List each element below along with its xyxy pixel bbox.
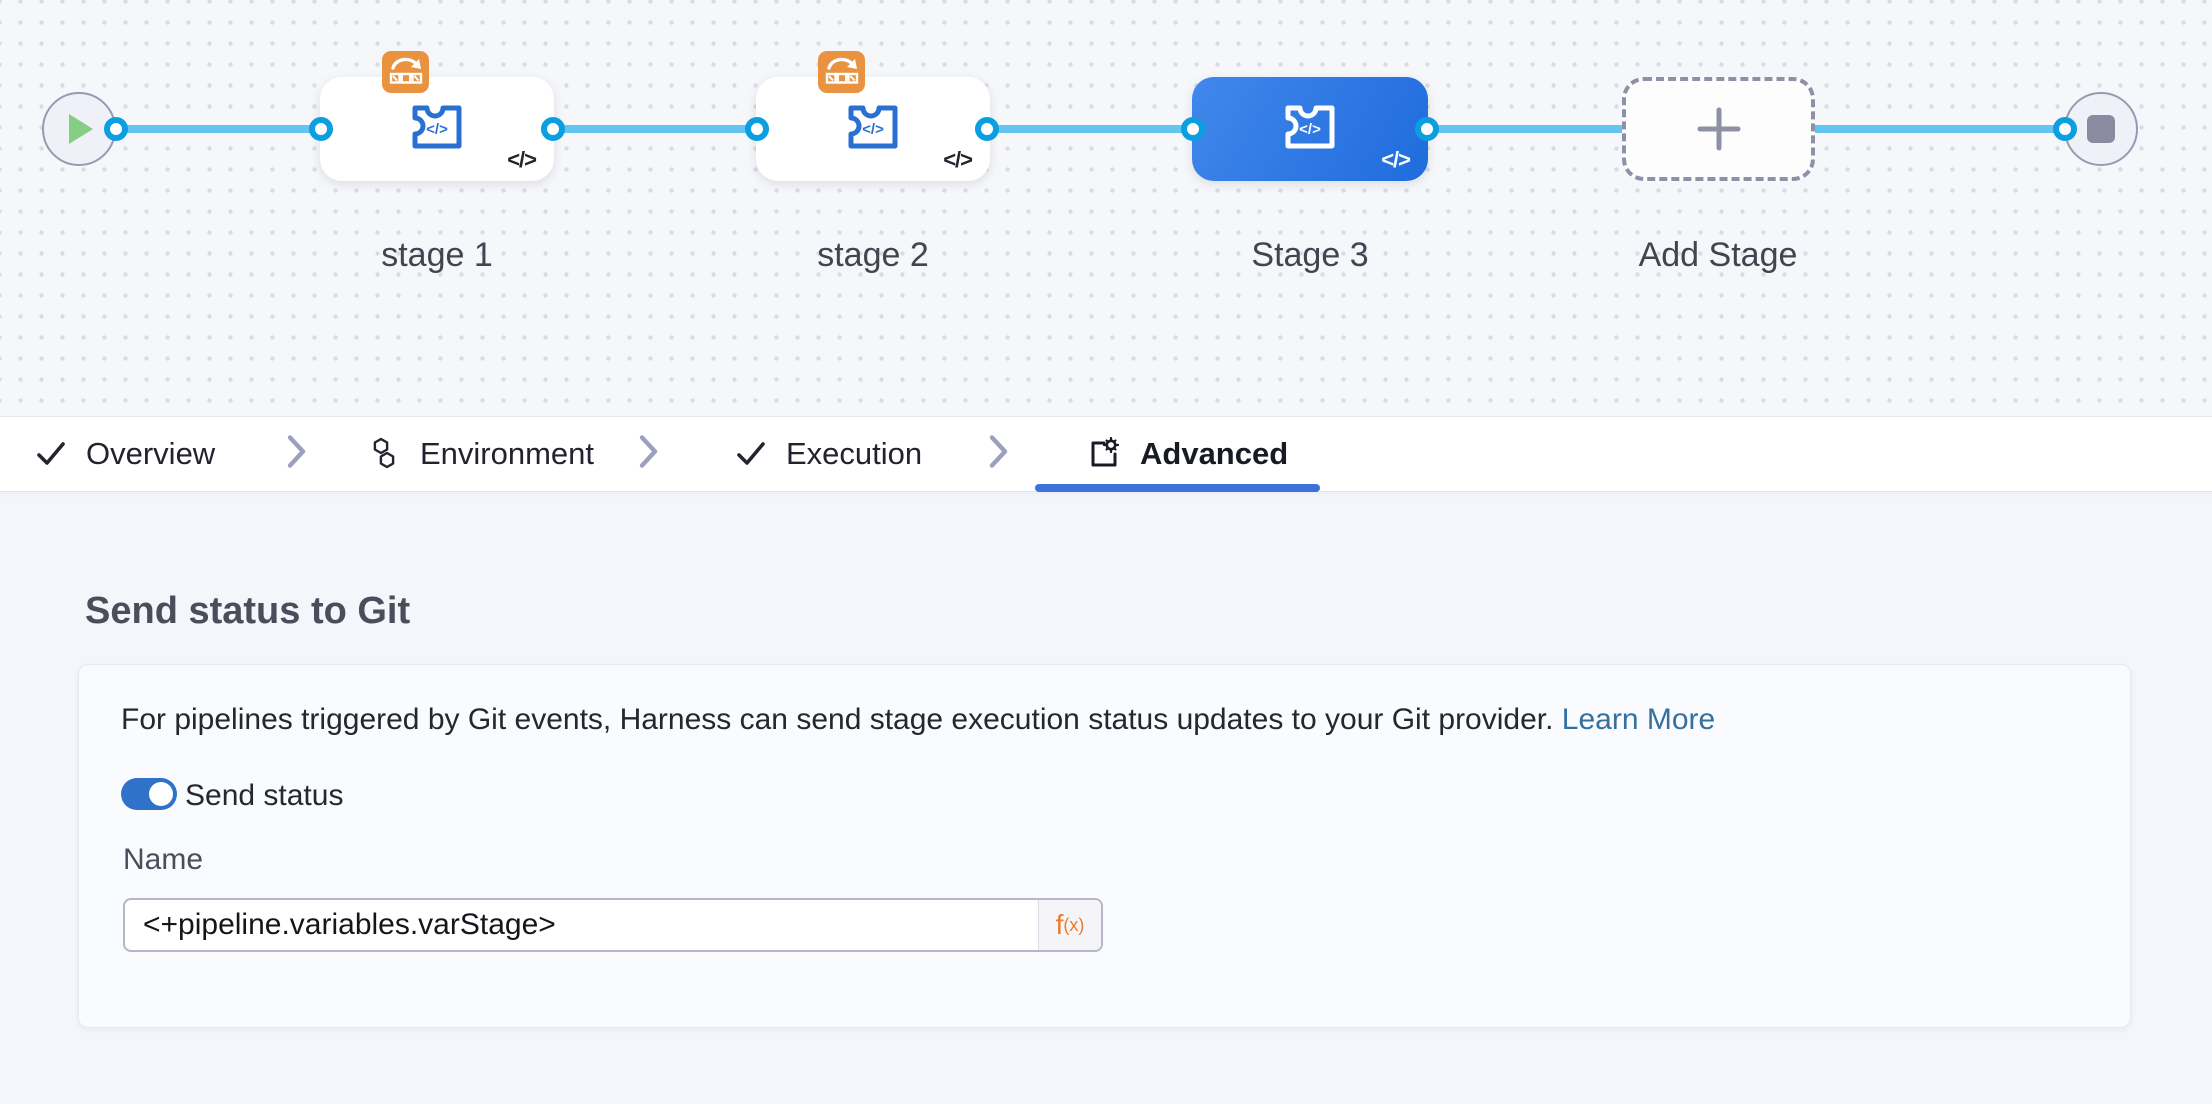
stage-label: stage 2 — [753, 236, 993, 275]
stage-label: Add Stage — [1598, 236, 1838, 275]
tab-label: Advanced — [1140, 436, 1288, 472]
pipeline-stage-editor: </> </> </> — [0, 0, 2212, 1104]
edge-stage3-addstage — [1427, 125, 1625, 133]
port-stage2-out[interactable] — [975, 117, 999, 141]
port-end-in[interactable] — [2053, 117, 2077, 141]
environment-icon — [368, 437, 400, 471]
edge-stage2-stage3 — [987, 125, 1193, 133]
check-icon — [36, 441, 66, 467]
tab-overview[interactable]: Overview — [36, 417, 215, 491]
custom-stage-icon: </> — [407, 99, 467, 160]
svg-text:</>: </> — [862, 121, 884, 138]
section-heading: Send status to Git — [85, 590, 410, 633]
port-stage2-in[interactable] — [745, 117, 769, 141]
play-icon — [69, 114, 95, 144]
name-input[interactable] — [125, 900, 1038, 950]
add-stage-button[interactable] — [1622, 77, 1815, 181]
expression-fx-button[interactable]: f(x) — [1038, 900, 1101, 950]
stage-node-3-selected[interactable]: </> </> — [1192, 77, 1428, 181]
stage-setup-tabbar: Overview Environment Execution — [0, 416, 2212, 492]
name-input-group: f(x) — [123, 898, 1103, 952]
stage-label: Stage 3 — [1190, 236, 1430, 275]
port-stage3-out[interactable] — [1415, 117, 1439, 141]
toggle-knob — [149, 782, 173, 806]
send-status-toggle[interactable] — [121, 778, 177, 810]
code-chip-icon: </> — [943, 147, 972, 173]
tab-label: Overview — [86, 436, 215, 472]
card-description: For pipelines triggered by Git events, H… — [121, 703, 1715, 737]
chevron-right-icon — [988, 434, 1010, 475]
stage-node-2[interactable]: </> </> — [756, 77, 990, 181]
svg-text:</>: </> — [426, 121, 448, 138]
advanced-settings-icon — [1086, 437, 1120, 471]
edge-stage1-stage2 — [553, 125, 757, 133]
code-chip-icon: </> — [507, 147, 536, 173]
send-status-card: For pipelines triggered by Git events, H… — [78, 664, 2131, 1028]
port-stage1-out[interactable] — [541, 117, 565, 141]
tab-label: Execution — [786, 436, 922, 472]
description-text: For pipelines triggered by Git events, H… — [121, 703, 1553, 736]
stop-icon — [2087, 115, 2115, 143]
learn-more-link[interactable]: Learn More — [1562, 703, 1715, 736]
code-chip-icon: </> — [1381, 147, 1410, 173]
port-start-out[interactable] — [104, 117, 128, 141]
pipeline-canvas[interactable]: </> </> </> — [0, 0, 2212, 416]
port-stage1-in[interactable] — [309, 117, 333, 141]
edge-start-stage1 — [116, 125, 321, 133]
chevron-right-icon — [286, 434, 308, 475]
stage-label: stage 1 — [317, 236, 557, 275]
port-stage3-in[interactable] — [1181, 117, 1205, 141]
advanced-tab-panel: Send status to Git For pipelines trigger… — [0, 490, 2212, 1104]
check-icon — [736, 441, 766, 467]
tab-environment[interactable]: Environment — [368, 417, 594, 491]
ci-module-icon — [382, 51, 429, 93]
tab-advanced[interactable]: Advanced — [1086, 417, 1288, 491]
active-tab-indicator — [1035, 484, 1320, 492]
svg-text:</>: </> — [1299, 121, 1321, 138]
stage-node-1[interactable]: </> </> — [320, 77, 554, 181]
plus-icon — [1696, 106, 1742, 152]
custom-stage-icon: </> — [1280, 99, 1340, 160]
edge-addstage-end — [1812, 125, 2065, 133]
toggle-label: Send status — [185, 779, 343, 813]
tab-label: Environment — [420, 436, 594, 472]
ci-module-icon — [818, 51, 865, 93]
name-field-label: Name — [123, 843, 203, 877]
chevron-right-icon — [638, 434, 660, 475]
tab-execution[interactable]: Execution — [736, 417, 922, 491]
custom-stage-icon: </> — [843, 99, 903, 160]
